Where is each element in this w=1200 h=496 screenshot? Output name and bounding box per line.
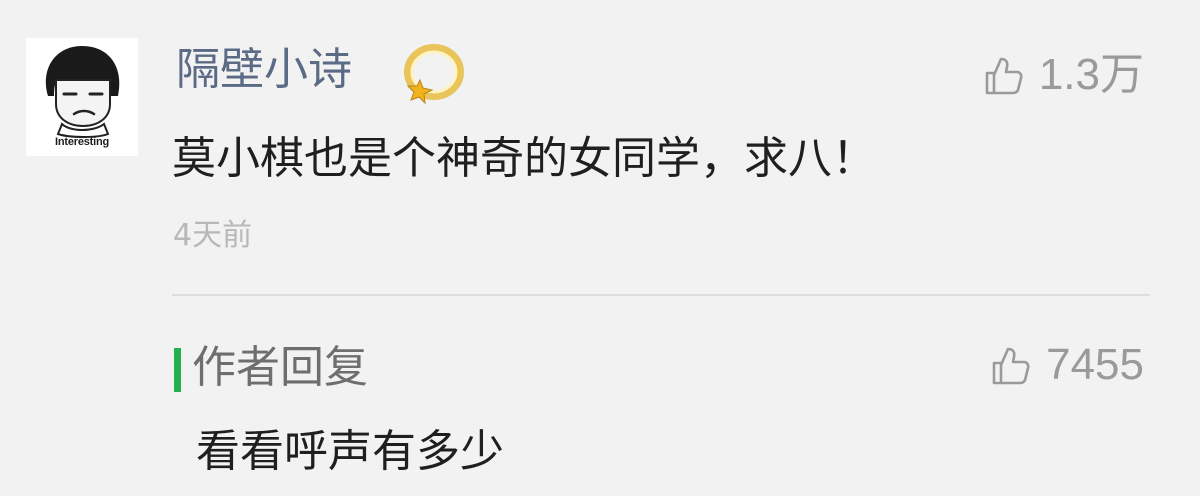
reply-marker (174, 348, 181, 392)
comment-text: 莫小棋也是个神奇的女同学，求八！ (172, 133, 876, 184)
avatar[interactable]: Interesting (26, 38, 138, 156)
reply-text: 看看呼声有多少 (196, 426, 504, 477)
thumbs-up-icon[interactable] (981, 53, 1025, 97)
like-count: 1.3万 (1038, 50, 1144, 99)
sparkle-circle-icon (392, 40, 468, 112)
comment-card: Interesting 隔壁小诗 1.3万 莫小棋也是个神奇的女同学，求八！ 4… (0, 0, 1200, 290)
divider (172, 294, 1150, 296)
timestamp: 4天前 (173, 218, 253, 253)
reply-like[interactable]: 7455 (988, 340, 1144, 390)
author-reply: 作者回复 7455 看看呼声有多少 (0, 300, 1200, 496)
comment-like[interactable]: 1.3万 (981, 50, 1144, 100)
avatar-caption: Interesting (54, 136, 110, 148)
reply-label: 作者回复 (192, 342, 368, 393)
like-count: 7455 (1046, 340, 1144, 389)
username[interactable]: 隔壁小诗 (176, 40, 352, 100)
thumbs-up-icon[interactable] (988, 343, 1032, 387)
